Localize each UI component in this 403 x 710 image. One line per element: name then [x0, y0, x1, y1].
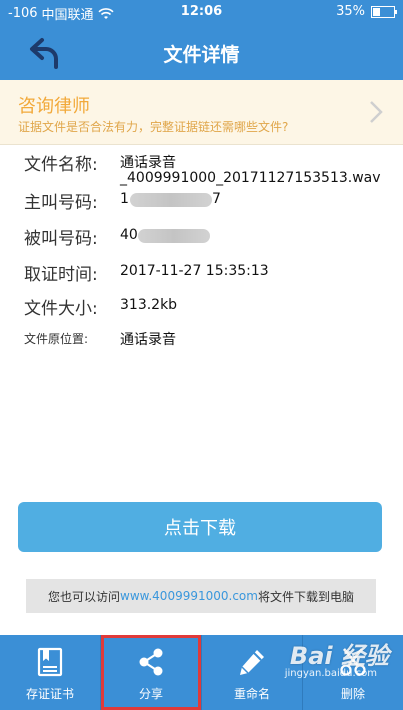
callee-number-prefix: 40: [120, 227, 138, 243]
tab-share-label: 分享: [138, 687, 163, 701]
tab-delete[interactable]: 删除: [303, 635, 403, 710]
status-bar: -106 中国联通 12:06 35%: [0, 0, 403, 24]
tab-rename[interactable]: 重命名: [202, 635, 303, 710]
consult-subtitle: 证据文件是否合法有力，完整证据链还需哪些文件?: [18, 120, 289, 134]
tab-delete-label: 删除: [340, 687, 365, 701]
capture-time-value: 2017-11-27 15:35:13: [120, 263, 269, 279]
callee-label: 被叫号码:: [24, 229, 98, 249]
file-name-value-line2: _4009991000_20171127153513.wav: [120, 170, 381, 186]
website-link[interactable]: www.4009991000.com: [120, 589, 258, 603]
consult-title: 咨询律师: [18, 96, 90, 117]
caller-number-suffix: 7: [212, 191, 221, 207]
scissors-icon: [340, 648, 366, 676]
tip-suffix: 将文件下载到电脑: [257, 589, 354, 604]
tip-prefix: 您也可以访问: [48, 589, 121, 604]
file-name-label: 文件名称:: [24, 155, 98, 175]
capture-time-label: 取证时间:: [24, 265, 98, 285]
share-icon: [139, 648, 163, 676]
battery-icon: [371, 5, 397, 18]
caller-label: 主叫号码:: [24, 193, 98, 213]
nav-bar: 文件详情: [0, 24, 403, 80]
download-tip: 您也可以访问 www.4009991000.com 将文件下载到电脑: [26, 579, 376, 613]
consult-lawyer-banner[interactable]: 咨询律师 证据文件是否合法有力，完整证据链还需哪些文件?: [0, 80, 403, 145]
caller-number-prefix: 1: [120, 191, 129, 207]
battery-percent: 35%: [336, 4, 365, 19]
file-name-value-line1: 通话录音: [120, 155, 176, 171]
chevron-right-icon: [370, 101, 383, 123]
file-location-label: 文件原位置:: [24, 332, 89, 346]
back-arrow-icon[interactable]: [28, 36, 62, 70]
tab-share[interactable]: 分享: [101, 635, 202, 710]
caller-number-redacted: [130, 193, 212, 207]
file-size-label: 文件大小:: [24, 299, 98, 319]
tab-rename-label: 重命名: [233, 687, 270, 701]
certificate-icon: [37, 647, 63, 677]
download-button[interactable]: 点击下载: [18, 502, 382, 552]
pencil-icon: [240, 650, 264, 675]
file-size-value: 313.2kb: [120, 297, 178, 313]
status-right: 35%: [336, 4, 397, 19]
file-location-value: 通话录音: [120, 332, 176, 348]
callee-number-redacted: [138, 229, 210, 243]
bottom-toolbar: 存证证书 分享 重命名 删除: [0, 635, 403, 710]
tab-certificate[interactable]: 存证证书: [0, 635, 101, 710]
tab-certificate-label: 存证证书: [25, 687, 74, 701]
